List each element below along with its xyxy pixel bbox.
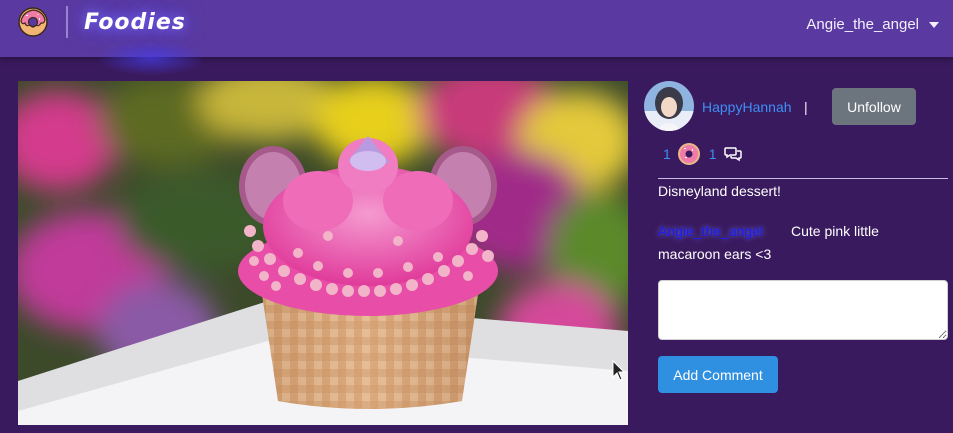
- comment-author-link[interactable]: Angie_the_angel: [658, 223, 763, 239]
- brand-title[interactable]: Foodies: [84, 10, 186, 35]
- post-stats: 1 1: [663, 141, 742, 167]
- caption-divider: [658, 178, 948, 179]
- mouse-cursor-icon: [612, 360, 626, 381]
- comments-count: 1: [708, 146, 717, 162]
- comment-input[interactable]: [658, 280, 948, 340]
- author-separator: |: [804, 99, 808, 115]
- add-comment-button[interactable]: Add Comment: [658, 356, 778, 393]
- username-label[interactable]: Angie_the_angel: [806, 16, 919, 33]
- avatar[interactable]: [644, 81, 694, 131]
- brand-glow: [96, 40, 206, 76]
- navbar: Foodies Angie_the_angel: [0, 0, 953, 76]
- nav-divider: [66, 6, 68, 38]
- donut-logo-icon[interactable]: [17, 6, 49, 38]
- caret-down-icon[interactable]: [929, 21, 939, 28]
- donut-like-icon[interactable]: [677, 142, 701, 166]
- post-caption: Disneyland dessert!: [658, 183, 781, 199]
- comment-item: Angie_the_angel Cute pink little macaroo…: [658, 220, 918, 266]
- unfollow-button[interactable]: Unfollow: [832, 88, 916, 125]
- likes-count: 1: [663, 146, 671, 162]
- post-image: [18, 81, 628, 425]
- author-link[interactable]: HappyHannah: [702, 99, 792, 115]
- user-menu[interactable]: Angie_the_angel: [806, 16, 939, 33]
- chat-icon[interactable]: [723, 146, 742, 162]
